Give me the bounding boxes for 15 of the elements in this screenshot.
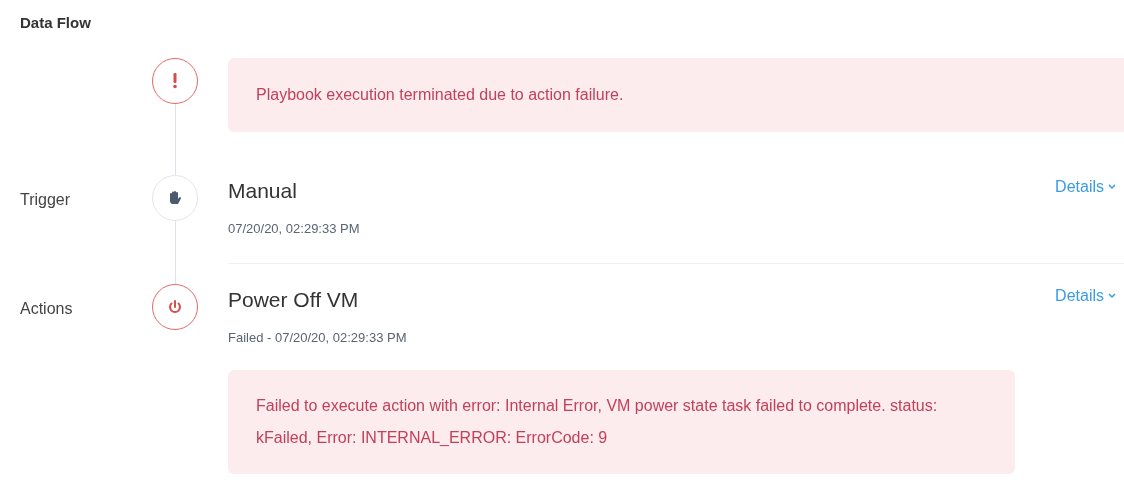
details-link[interactable]: Details	[1055, 174, 1116, 199]
step-label: Actions	[20, 299, 73, 317]
alert-icon	[152, 57, 198, 104]
step-label: Trigger	[20, 190, 71, 208]
error-banner: Playbook execution terminated due to action failure.	[228, 57, 1124, 132]
step-timestamp: 07/20/20, 02:29:33 PM	[228, 220, 361, 238]
error-message: Failed to execute action with error: Internal Error, VM power state task failed to complete. status: kFailed, Error: INTERNAL_ERROR: ErrorCode: 9	[228, 369, 1015, 474]
chevron-down-icon	[1108, 183, 1116, 190]
step-title: Manual	[228, 177, 297, 204]
power-icon	[152, 283, 198, 330]
step-timestamp: Failed - 07/20/20, 02:29:33 PM	[228, 329, 408, 347]
section-title: Data Flow	[19, 13, 92, 33]
step-title: Power Off VM	[228, 286, 359, 313]
details-link[interactable]: Details	[1055, 283, 1116, 308]
chevron-down-icon	[1108, 292, 1116, 299]
